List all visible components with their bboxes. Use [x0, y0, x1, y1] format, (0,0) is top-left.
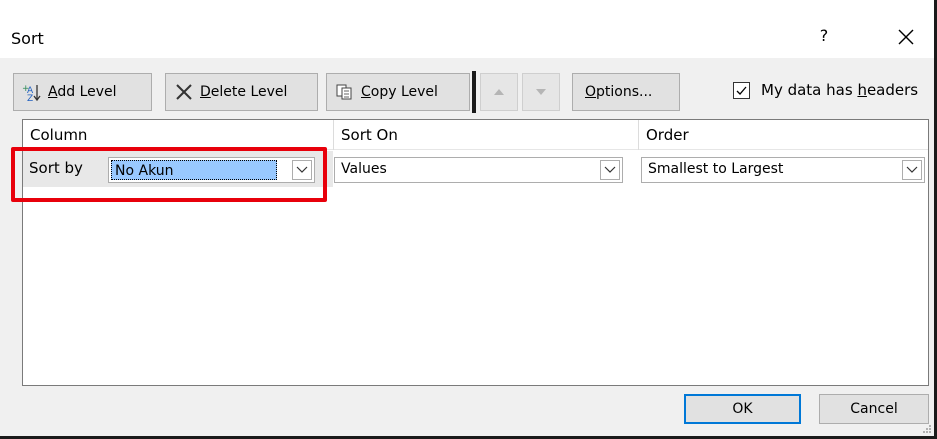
- chevron-down-icon: [906, 166, 918, 173]
- help-button[interactable]: ?: [812, 24, 836, 48]
- add-level-button[interactable]: + A Z Add Level: [13, 73, 152, 111]
- checkbox-box[interactable]: [733, 81, 750, 99]
- triangle-up-icon: [494, 89, 504, 95]
- options-button[interactable]: Options...: [572, 73, 680, 111]
- my-data-has-headers-checkbox[interactable]: My data has headers: [733, 81, 918, 99]
- checkmark-icon: [736, 86, 747, 95]
- copy-level-label: Copy Level: [361, 84, 438, 100]
- cancel-button[interactable]: Cancel: [819, 394, 929, 424]
- svg-text:Z: Z: [27, 94, 33, 102]
- move-up-button[interactable]: [480, 73, 518, 111]
- add-level-label: Add Level: [48, 84, 117, 100]
- order-select[interactable]: Smallest to Largest: [641, 157, 925, 183]
- options-label: Options...: [585, 84, 653, 100]
- sort-on-select-value: Values: [341, 161, 387, 177]
- move-down-button[interactable]: [522, 73, 560, 111]
- close-button[interactable]: [890, 21, 922, 53]
- chevron-down-icon: [604, 166, 616, 173]
- my-data-has-headers-label: My data has headers: [761, 81, 919, 99]
- close-icon: [898, 29, 914, 45]
- resize-grip-icon[interactable]: [922, 424, 932, 434]
- order-select-value: Smallest to Largest: [648, 161, 784, 177]
- column-header-sort-on: Sort On: [334, 120, 638, 150]
- title-bar: Sort ?: [0, 0, 934, 58]
- ok-button[interactable]: OK: [684, 394, 801, 424]
- triangle-down-icon: [536, 89, 546, 95]
- order-dropdown-button[interactable]: [902, 160, 922, 180]
- dialog-title: Sort: [11, 29, 44, 48]
- copy-level-button[interactable]: Copy Level: [326, 73, 470, 111]
- sort-dialog: Sort ? + A Z Add Level Delete Level Copy…: [0, 0, 937, 439]
- column-header-column: Column: [23, 120, 333, 150]
- sort-on-dropdown-button[interactable]: [600, 160, 620, 180]
- copy-icon: [335, 82, 355, 102]
- delete-level-label: Delete Level: [200, 84, 288, 100]
- delete-x-icon: [174, 82, 194, 102]
- sort-on-select[interactable]: Values: [334, 157, 623, 183]
- column-header-order: Order: [639, 120, 928, 150]
- annotation-highlight-box: [11, 147, 327, 202]
- toolbar-separator: [472, 71, 476, 113]
- delete-level-button[interactable]: Delete Level: [165, 73, 318, 111]
- add-sort-icon: + A Z: [22, 82, 42, 102]
